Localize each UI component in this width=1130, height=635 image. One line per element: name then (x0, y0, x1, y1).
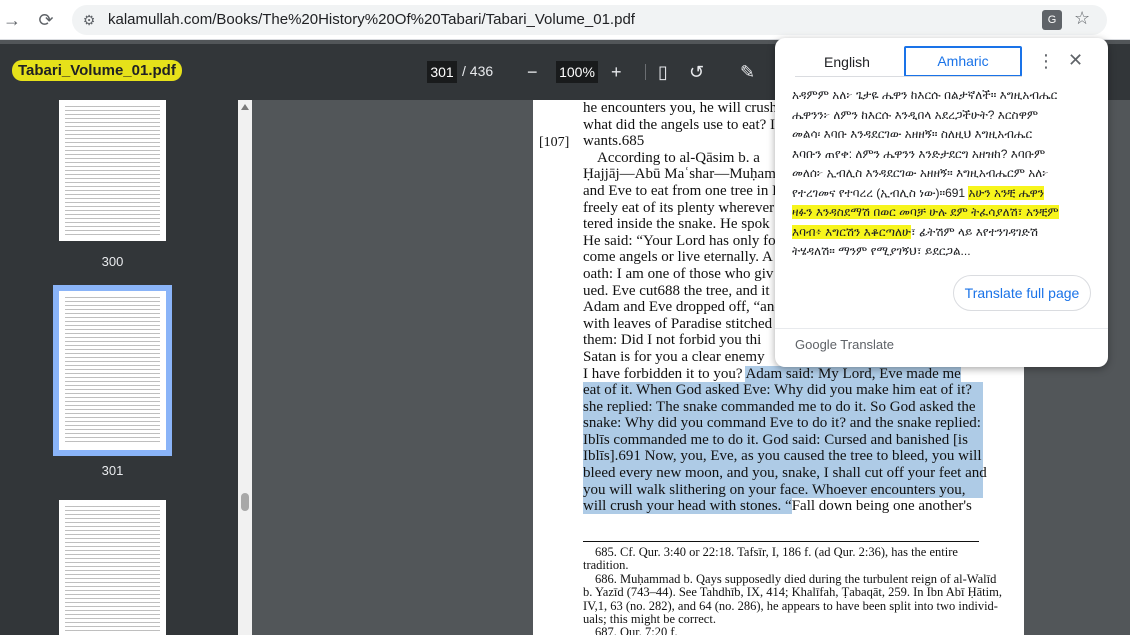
translated-text: አዳምም አለ፦ ጌታዬ ሔዋን ከእርሱ በልታኛለች። እግዚአብሔር ሔዋ… (792, 86, 1092, 262)
selected-line: Iblīs commanded me to do it. God said: C… (583, 431, 983, 449)
selected-line: eat of it. When God asked Eve: Why did y… (583, 382, 983, 399)
translated-line: እባቡን ጠየቀ: ለምን ሔዋንን እንድታደርግ አዘዝከ? እባቡም (792, 146, 1046, 161)
translate-icon[interactable]: G (1042, 10, 1062, 30)
highlighted-translation: እባብ፥ እግርሽን እቆርጣለሁ (792, 224, 911, 239)
selected-line: snake: Why did you command Eve to do it?… (583, 415, 983, 432)
footnote-line: b. Yazīd (743–44). See Tahdhīb, IX, 414;… (583, 585, 1002, 600)
scrollbar-thumb[interactable] (241, 493, 249, 511)
footnotes: 685. Cf. Qur. 3:40 or 22:18. Tafsīr, I, … (583, 545, 1002, 635)
text-line: will crush your head with stones. “Fall … (583, 498, 983, 515)
translated-line: የተረገመና የተባረረ (ኢብሊስ ነው)።691 አሁን አንቺ ሔዋን (792, 184, 1092, 204)
address-bar[interactable]: ⚙ kalamullah.com/Books/The%20History%20O… (72, 5, 1107, 35)
page-total: / 436 (462, 63, 494, 79)
tab-english[interactable]: English (795, 48, 899, 76)
rotate-icon[interactable]: ↺ (689, 60, 704, 84)
footnote-line: 685. Cf. Qur. 3:40 or 22:18. Tafsīr, I, … (595, 545, 958, 559)
bookmark-star-icon[interactable]: ☆ (1074, 8, 1090, 29)
text-line: I have forbidden it to you? Adam said: M… (583, 365, 983, 383)
plain-text: Fall down being one another's (791, 498, 972, 515)
sidebar-scrollbar[interactable] (238, 100, 252, 635)
highlighted-translation: ዛፉን እንዳስደማሽ በወር መባቻ ሁሉ ደም ትፈሳያለሽ፣ አንቺም (792, 205, 1059, 219)
fit-page-icon[interactable]: ▯ (658, 60, 668, 84)
translated-text: ፣ ፊትሽም ላይ እየተንገዳገድሽ (910, 224, 1038, 239)
translated-line: መለሰ፦ ኢብሊስ እንዳደርገው አዘዘኝ። እግዚአብሔርም አለ፦ (792, 166, 1049, 180)
back-arrow-icon[interactable]: → (0, 8, 24, 32)
thumbnail-page-301[interactable] (59, 291, 166, 450)
google-translate-brand: Google Translate (795, 337, 895, 352)
thumbnail-sidebar: 300 301 (0, 100, 238, 635)
zoom-in-button[interactable]: + (611, 60, 622, 84)
footnote-line: 686. Muḥammad b. Qays supposedly died du… (595, 571, 997, 586)
translated-line: እባብ፥ እግርሽን እቆርጣለሁ፣ ፊትሽም ላይ እየተንገዳገድሽ (792, 223, 1092, 243)
zoom-out-button[interactable]: − (527, 60, 538, 84)
footnote-rule (583, 541, 979, 542)
translated-line: ትሄዳለሽ። ማንም የሚያገኝህ፣ ይደርጋል... (792, 244, 971, 258)
page-marker: [107] (539, 135, 570, 150)
zoom-input[interactable]: 100% (556, 61, 598, 83)
selected-line: Iblīs].691 Now, you, Eve, as you caused … (583, 448, 983, 466)
plain-text: I have forbidden it to you? (583, 365, 746, 382)
toolbar-divider (645, 64, 646, 80)
selected-line: bleed every new moon, and you, snake, I … (583, 465, 987, 482)
url-text: kalamullah.com/Books/The%20History%20Of%… (108, 11, 635, 28)
tab-divider (795, 76, 1022, 77)
site-info-icon[interactable]: ⚙ (80, 11, 98, 29)
selected-line: she replied: The snake commanded me to d… (583, 398, 983, 416)
footnote-line: uals; this might be correct. (583, 612, 716, 627)
more-options-icon[interactable]: ⋮ (1037, 51, 1055, 72)
selected-text: Adam said: My Lord, Eve made me (745, 365, 961, 382)
translated-line: ሔዋንን፦ ለምን ከእርሱ እንዲበላ አደረጋችሁት? እርስዋም (792, 107, 1039, 122)
browser-toolbar: → ⟳ ⚙ kalamullah.com/Books/The%20History… (0, 0, 1130, 40)
translated-line: መልሳ፡ እባቡ እንዳደርገው አዘዘኝ። ስለዚህ እግዚአብሔር (792, 127, 1033, 141)
translated-line: አዳምም አለ፦ ጌታዬ ሔዋን ከእርሱ በልታኛለች። እግዚአብሔር (792, 88, 1058, 102)
page-number-input[interactable]: 301 (427, 61, 457, 83)
footer-divider (775, 328, 1108, 329)
footnote-line: tradition. (583, 558, 629, 573)
pdf-title: Tabari_Volume_01.pdf (12, 60, 182, 81)
translate-popup: English Amharic ⋮ ✕ አዳምም አለ፦ ጌታዬ ሔዋን ከእር… (775, 38, 1108, 367)
selected-line: you will walk slithering on your face. W… (583, 481, 983, 499)
highlighted-translation: አሁን አንቺ ሔዋን (968, 185, 1045, 200)
scroll-up-icon[interactable] (241, 104, 249, 110)
translated-text: የተረገመና የተባረረ (ኢብሊስ ነው)።691 (792, 185, 969, 200)
footnote-line: 687. Qur. 7:20 f. (595, 625, 678, 635)
thumbnail-page-300[interactable] (59, 100, 166, 241)
footnote-line: IV,1, 63 (no. 282), and 64 (no. 286), he… (583, 598, 998, 613)
thumbnail-label: 300 (101, 254, 124, 269)
selected-text: will crush your head with stones. “ (583, 498, 792, 515)
translate-full-page-button[interactable]: Translate full page (953, 275, 1091, 311)
annotate-icon[interactable]: ✎ (740, 60, 755, 84)
close-icon[interactable]: ✕ (1068, 50, 1083, 71)
tab-amharic[interactable]: Amharic (904, 46, 1022, 77)
thumbnail-page-302[interactable] (59, 500, 166, 635)
translated-line: ዛፉን እንዳስደማሽ በወር መባቻ ሁሉ ደም ትፈሳያለሽ፣ አንቺም (792, 203, 1092, 223)
reload-icon[interactable]: ⟳ (34, 8, 58, 32)
thumbnail-label: 301 (101, 463, 124, 478)
